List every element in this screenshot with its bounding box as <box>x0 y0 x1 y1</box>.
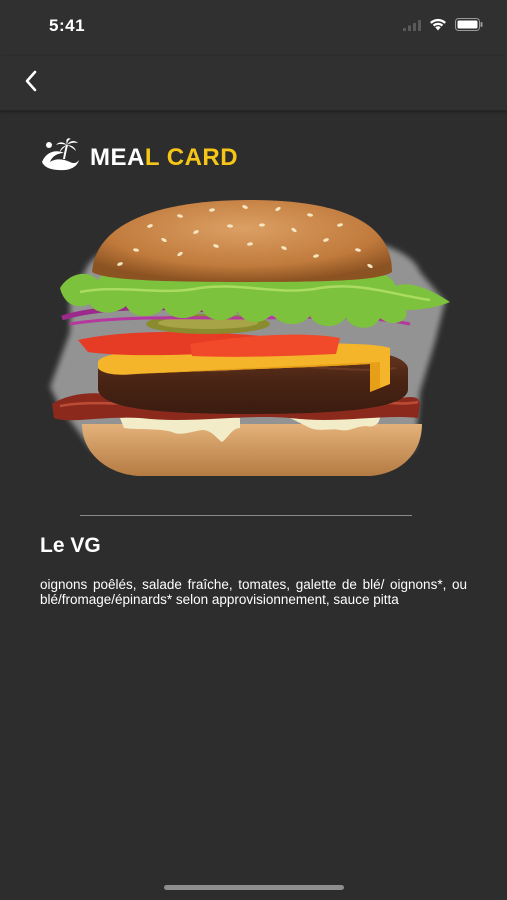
signal-icon <box>403 18 421 36</box>
brand-name-part-1: MEA <box>90 143 145 171</box>
back-button[interactable] <box>14 66 48 100</box>
chevron-left-icon <box>23 69 39 98</box>
navigation-bar <box>0 56 507 111</box>
wifi-icon <box>429 18 447 36</box>
brand-name: MEAL CARD <box>90 144 238 172</box>
burger-photo <box>40 192 467 492</box>
status-time: 5:41 <box>49 16 86 35</box>
battery-icon <box>455 18 483 36</box>
status-icons <box>403 18 483 36</box>
brand-name-part-2: L CARD <box>144 143 239 171</box>
item-description: oignons poêlés, salade fraîche, tomates,… <box>40 577 467 607</box>
status-bar: 5:41 <box>0 0 507 56</box>
item-title: Le VG <box>40 534 101 557</box>
palm-wave-logo-icon <box>40 138 80 177</box>
home-indicator[interactable] <box>164 885 344 890</box>
brand-header: MEAL CARD <box>40 138 238 177</box>
divider <box>80 515 412 516</box>
